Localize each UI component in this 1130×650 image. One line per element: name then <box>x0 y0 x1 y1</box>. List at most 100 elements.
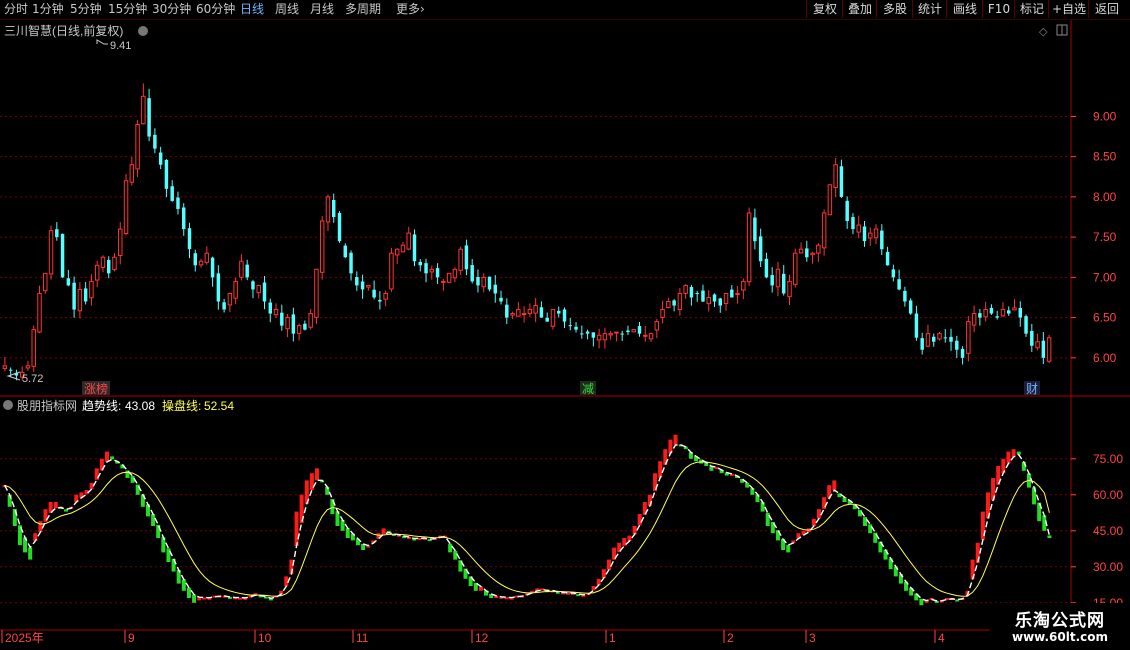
y-axis-label: 60.00 <box>1093 488 1123 502</box>
candle-body-down <box>337 212 342 242</box>
y-axis-label: 8.00 <box>1093 190 1117 204</box>
candle-body-down <box>978 313 982 318</box>
candle-body-down <box>932 336 936 342</box>
candle-body-up <box>660 309 665 318</box>
chart-title: 三川智慧(日线,前复权) <box>4 23 123 38</box>
candle-body-up <box>550 309 556 327</box>
trend-line-label: 趋势线: <box>82 399 121 413</box>
indicator-bar-up <box>673 434 678 446</box>
candle-body-up <box>2 365 8 369</box>
indicator-bar-down <box>448 543 453 553</box>
indicator-bar-down <box>166 548 171 562</box>
back-button[interactable]: 返回 <box>1088 0 1125 18</box>
candle-body-up <box>452 268 458 279</box>
candle-body-up <box>596 334 602 341</box>
candle-body-up <box>25 365 31 369</box>
event-flag-zhangbang[interactable]: 涨榜 <box>84 381 108 396</box>
tab-60min[interactable]: 60分钟 <box>196 1 235 17</box>
indicator-bar-up <box>381 528 386 535</box>
x-axis-label: 3 <box>809 631 816 645</box>
candle-body-up <box>966 321 971 354</box>
candle-body-down <box>557 310 561 314</box>
y-axis-label: 6.00 <box>1093 351 1117 365</box>
candle-body-down <box>862 226 867 242</box>
candle-body-down <box>839 166 844 197</box>
candle-body-up <box>1046 337 1052 362</box>
watermark: 乐淘公式网 www.60lt.com <box>990 603 1130 650</box>
candle-body-up <box>112 256 117 271</box>
chart-menu-icon[interactable] <box>138 26 148 36</box>
indicator-bar-down <box>110 456 115 460</box>
draw-line-button[interactable]: 画线 <box>946 0 983 18</box>
multi-stock-button[interactable]: 多股 <box>876 0 913 18</box>
tab-monthly[interactable]: 月线 <box>310 1 334 17</box>
candle-body-down <box>672 300 676 306</box>
f10-button[interactable]: F10 <box>982 0 1015 18</box>
candle-body-down <box>222 302 226 310</box>
indicator-bar-up <box>38 521 43 533</box>
candle-body-down <box>695 293 699 295</box>
candle-body-down <box>539 307 544 318</box>
candle-body-down <box>885 251 890 266</box>
event-flag-jian[interactable]: 减 <box>582 382 594 396</box>
candle-body-down <box>585 331 590 334</box>
tab-1min[interactable]: 1分钟 <box>32 1 64 17</box>
candle-body-down <box>464 245 469 270</box>
candle-body-up <box>741 280 746 291</box>
add-watchlist-button[interactable]: +自选 <box>1048 0 1089 18</box>
candle-body-down <box>689 287 694 298</box>
candle-body-up <box>239 260 244 278</box>
overlay-button[interactable]: 叠加 <box>842 0 877 18</box>
candle-body-down <box>107 259 111 274</box>
tab-5min[interactable]: 5分钟 <box>70 1 102 17</box>
tab-fenshi[interactable]: 分时 <box>4 1 28 17</box>
low-price-label: 5.72 <box>22 373 43 385</box>
indicator-bar-down <box>453 550 458 560</box>
indicator-menu-icon[interactable] <box>3 400 13 410</box>
diamond-icon[interactable]: ◇ <box>1039 25 1048 38</box>
candle-body-down <box>880 230 884 250</box>
candle-body-down <box>280 312 284 326</box>
candle-body-down <box>487 276 492 290</box>
x-axis-label: 11 <box>356 631 369 645</box>
restore-right-button[interactable]: 复权 <box>806 0 843 18</box>
stock-chart[interactable]: 6.006.507.007.508.008.509.0015.0030.0045… <box>0 20 1130 650</box>
y-axis-label: 7.50 <box>1093 230 1117 244</box>
candle-body-down <box>1030 330 1034 346</box>
indicator-name: 股朋指标网 <box>17 398 77 413</box>
candle-body-down <box>355 277 359 286</box>
indicator-bar-up <box>637 514 642 526</box>
event-flag-cai[interactable]: 财 <box>1026 382 1038 396</box>
candle-body-up <box>925 333 931 347</box>
x-axis-label: 4 <box>938 631 945 645</box>
candle-body-up <box>516 309 521 317</box>
candle-body-down <box>920 338 924 350</box>
indicator-bar-down <box>863 517 868 526</box>
candle-body-down <box>60 233 65 278</box>
tab-more[interactable]: 更多› <box>396 1 425 17</box>
candle-body-down <box>170 186 174 201</box>
indicator-bar-up <box>832 480 837 491</box>
candle-body-down <box>1024 316 1028 334</box>
tab-15min[interactable]: 15分钟 <box>108 1 147 17</box>
tab-more-label: 更多 <box>396 2 421 16</box>
x-axis-label: 1 <box>609 631 616 645</box>
tab-daily[interactable]: 日线 <box>240 1 264 17</box>
op-line-value: 52.54 <box>204 399 234 413</box>
candle-body-up <box>527 309 533 315</box>
tab-weekly[interactable]: 周线 <box>275 1 299 17</box>
tab-30min[interactable]: 30分钟 <box>152 1 191 17</box>
candle-body-up <box>123 180 129 235</box>
candle-body-up <box>129 164 135 183</box>
candle-body-down <box>435 268 440 278</box>
watermark-line2: www.60lt.com <box>1011 630 1109 644</box>
candle-body-up <box>256 284 261 294</box>
tab-multi-period[interactable]: 多周期 <box>345 1 381 17</box>
mark-button[interactable]: 标记 <box>1014 0 1049 18</box>
candle-body-down <box>83 288 88 302</box>
candle-body-down <box>943 337 947 339</box>
candle-body-down <box>960 348 965 358</box>
indicator-bar-up <box>53 502 58 508</box>
candle-body-up <box>233 280 238 299</box>
statistics-button[interactable]: 统计 <box>912 0 947 18</box>
